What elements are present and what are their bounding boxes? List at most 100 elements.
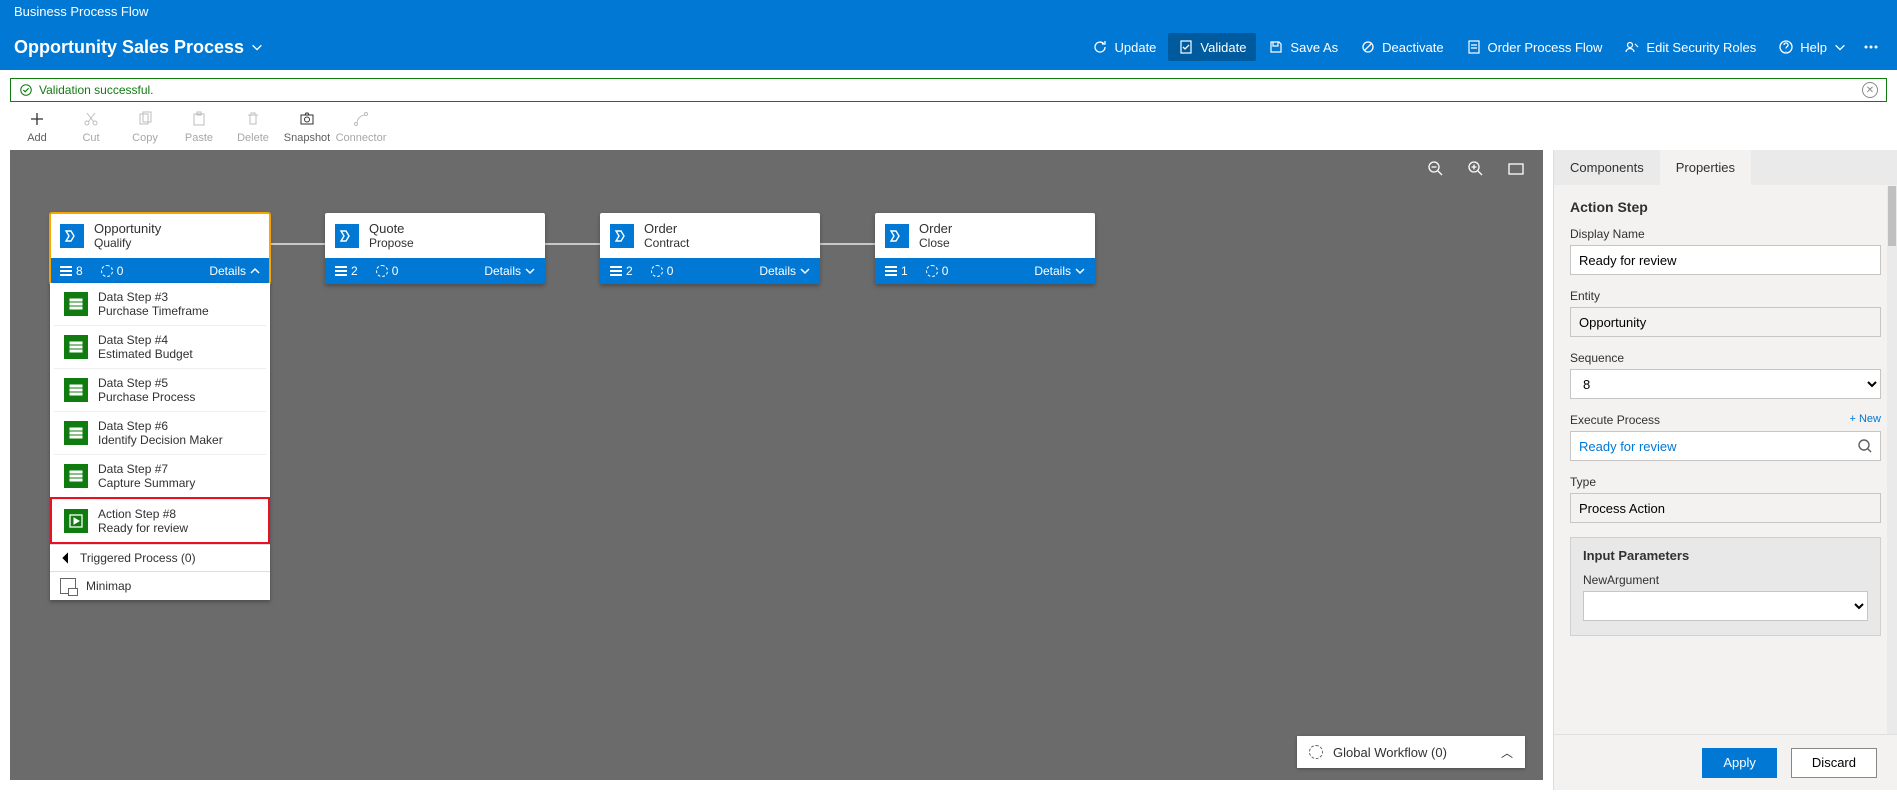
step-title: Data Step #3 bbox=[98, 290, 209, 304]
cut-button[interactable]: Cut bbox=[64, 108, 118, 144]
stage-details-toggle[interactable]: Details bbox=[209, 264, 260, 278]
new-argument-label: NewArgument bbox=[1583, 573, 1868, 587]
step-title: Data Step #4 bbox=[98, 333, 193, 347]
help-button[interactable]: Help bbox=[1768, 33, 1857, 61]
help-icon bbox=[1778, 39, 1794, 55]
connector-button[interactable]: Connector bbox=[334, 108, 388, 144]
stage-title: Order bbox=[919, 221, 952, 236]
workflow-count-icon bbox=[926, 265, 938, 277]
sequence-label: Sequence bbox=[1570, 351, 1881, 365]
steps-count-icon bbox=[885, 266, 897, 276]
step-subtitle: Estimated Budget bbox=[98, 347, 193, 361]
more-button[interactable] bbox=[1859, 33, 1883, 61]
data-step-item[interactable]: Data Step #4Estimated Budget bbox=[54, 325, 266, 368]
workflow-icon bbox=[1309, 745, 1323, 759]
apply-button[interactable]: Apply bbox=[1702, 748, 1777, 778]
breadcrumb: Business Process Flow bbox=[14, 4, 148, 19]
edit-security-roles-button[interactable]: Edit Security Roles bbox=[1614, 33, 1766, 61]
delete-button[interactable]: Delete bbox=[226, 108, 280, 144]
stage-steps-panel: Data Step #3Purchase TimeframeData Step … bbox=[50, 283, 270, 600]
stage-title: Opportunity bbox=[94, 221, 161, 236]
search-icon[interactable] bbox=[1857, 438, 1873, 454]
stage-opportunity-qualify[interactable]: Opportunity Qualify 8 0 Details bbox=[50, 213, 270, 284]
step-subtitle: Purchase Timeframe bbox=[98, 304, 209, 318]
security-icon bbox=[1624, 39, 1640, 55]
validation-notice: Validation successful. ✕ bbox=[10, 78, 1887, 102]
zoom-out-button[interactable] bbox=[1427, 160, 1445, 178]
stage-details-toggle[interactable]: Details bbox=[484, 264, 535, 278]
stage-icon bbox=[335, 224, 359, 248]
fit-screen-button[interactable] bbox=[1507, 160, 1525, 178]
type-input bbox=[1570, 493, 1881, 523]
display-name-input[interactable] bbox=[1570, 245, 1881, 275]
check-circle-icon bbox=[19, 83, 33, 97]
panel-scrollbar[interactable] bbox=[1887, 186, 1897, 734]
step-subtitle: Capture Summary bbox=[98, 476, 195, 490]
chevron-up-icon: ︿ bbox=[1501, 744, 1513, 761]
tab-properties[interactable]: Properties bbox=[1660, 150, 1751, 185]
step-title: Data Step #5 bbox=[98, 376, 195, 390]
new-process-link[interactable]: + New bbox=[1850, 413, 1882, 427]
chevron-down-icon bbox=[800, 266, 810, 276]
validate-button[interactable]: Validate bbox=[1168, 33, 1256, 61]
action-step-item[interactable]: Action Step #8Ready for review bbox=[52, 499, 268, 542]
paste-button[interactable]: Paste bbox=[172, 108, 226, 144]
title-bar: Opportunity Sales Process Update Validat… bbox=[0, 24, 1897, 70]
stage-details-toggle[interactable]: Details bbox=[759, 264, 810, 278]
global-workflow-bar[interactable]: Global Workflow (0) ︿ bbox=[1297, 736, 1525, 768]
notice-close-button[interactable]: ✕ bbox=[1862, 82, 1878, 98]
steps-count-icon bbox=[60, 266, 72, 276]
add-button[interactable]: Add bbox=[10, 108, 64, 144]
step-subtitle: Identify Decision Maker bbox=[98, 433, 223, 447]
copy-button[interactable]: Copy bbox=[118, 108, 172, 144]
data-step-item[interactable]: Data Step #3Purchase Timeframe bbox=[54, 283, 266, 325]
chevron-down-icon bbox=[1075, 266, 1085, 276]
data-step-item[interactable]: Data Step #6Identify Decision Maker bbox=[54, 411, 266, 454]
flow-canvas[interactable]: Opportunity Qualify 8 0 Details bbox=[10, 150, 1543, 780]
step-subtitle: Purchase Process bbox=[98, 390, 195, 404]
stage-order-close[interactable]: Order Close 1 0 Details bbox=[875, 213, 1095, 284]
execute-process-label: Execute Process bbox=[1570, 413, 1660, 427]
deactivate-icon bbox=[1360, 39, 1376, 55]
stage-icon bbox=[610, 224, 634, 248]
stage-subtitle: Propose bbox=[369, 236, 414, 250]
workflow-count-icon bbox=[376, 265, 388, 277]
execute-process-lookup[interactable] bbox=[1570, 431, 1881, 461]
data-step-item[interactable]: Data Step #5Purchase Process bbox=[54, 368, 266, 411]
stage-title: Quote bbox=[369, 221, 414, 236]
order-process-flow-button[interactable]: Order Process Flow bbox=[1456, 33, 1613, 61]
stage-icon bbox=[60, 224, 84, 248]
triggered-process-row[interactable]: Triggered Process (0) bbox=[50, 544, 270, 571]
step-title: Data Step #7 bbox=[98, 462, 195, 476]
stage-subtitle: Close bbox=[919, 236, 952, 250]
entity-input bbox=[1570, 307, 1881, 337]
stage-details-toggle[interactable]: Details bbox=[1034, 264, 1085, 278]
sequence-select[interactable]: 8 bbox=[1570, 369, 1881, 399]
stage-quote-propose[interactable]: Quote Propose 2 0 Details bbox=[325, 213, 545, 284]
stage-icon bbox=[885, 224, 909, 248]
save-as-button[interactable]: Save As bbox=[1258, 33, 1348, 61]
discard-button[interactable]: Discard bbox=[1791, 748, 1877, 778]
steps-count-icon bbox=[335, 266, 347, 276]
process-title[interactable]: Opportunity Sales Process bbox=[14, 37, 264, 58]
data-step-item[interactable]: Data Step #7Capture Summary bbox=[54, 454, 266, 497]
workflow-count-icon bbox=[101, 265, 113, 277]
stage-order-contract[interactable]: Order Contract 2 0 Details bbox=[600, 213, 820, 284]
steps-count-icon bbox=[610, 266, 622, 276]
chevron-down-icon bbox=[525, 266, 535, 276]
connector-icon bbox=[353, 111, 369, 127]
step-subtitle: Ready for review bbox=[98, 521, 188, 535]
tab-components[interactable]: Components bbox=[1554, 150, 1660, 185]
update-button[interactable]: Update bbox=[1082, 33, 1166, 61]
paste-icon bbox=[191, 111, 207, 127]
triangle-icon bbox=[62, 552, 73, 563]
new-argument-select[interactable] bbox=[1583, 591, 1868, 621]
input-parameters-title: Input Parameters bbox=[1583, 548, 1868, 563]
zoom-in-button[interactable] bbox=[1467, 160, 1485, 178]
entity-label: Entity bbox=[1570, 289, 1881, 303]
snapshot-button[interactable]: Snapshot bbox=[280, 108, 334, 144]
minimap-icon bbox=[60, 578, 76, 594]
minimap-toggle[interactable]: Minimap bbox=[50, 571, 270, 600]
deactivate-button[interactable]: Deactivate bbox=[1350, 33, 1453, 61]
workflow-count-icon bbox=[651, 265, 663, 277]
